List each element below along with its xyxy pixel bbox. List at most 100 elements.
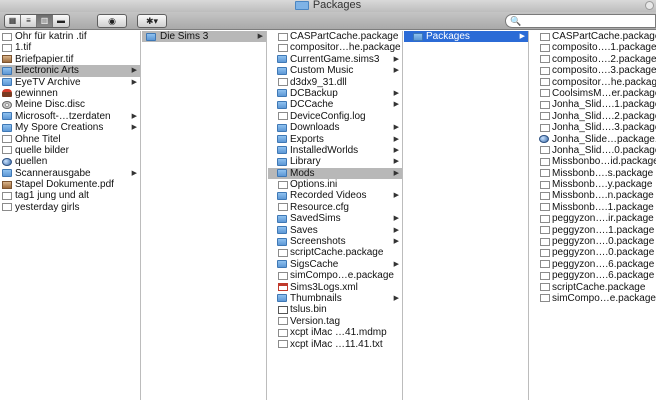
quick-look-button[interactable]: ◉ bbox=[97, 14, 127, 28]
file-row[interactable]: Sims3Logs.xml bbox=[268, 282, 402, 293]
folder-row[interactable]: Exports ▶ bbox=[268, 134, 402, 145]
browser-column-1[interactable]: Ohr für katrin .tif 1.tif Briefpapier.tif E… bbox=[0, 31, 141, 400]
file-row[interactable]: scriptCache.package bbox=[530, 282, 656, 293]
folder-row[interactable]: Saves ▶ bbox=[268, 225, 402, 236]
folder-row[interactable]: Packages ▶ bbox=[404, 31, 528, 43]
row-label: Mods bbox=[290, 167, 315, 179]
folder-row[interactable]: DCBackup ▶ bbox=[268, 88, 402, 99]
file-row[interactable]: tag1 jung und alt bbox=[0, 190, 140, 201]
file-row[interactable]: composito….1.package bbox=[530, 42, 656, 53]
file-row[interactable]: Jonha_Slid….2.package bbox=[530, 111, 656, 122]
folder-icon bbox=[2, 112, 12, 121]
file-row[interactable]: peggyzon….0.package bbox=[530, 247, 656, 258]
folder-row[interactable]: SavedSims ▶ bbox=[268, 213, 402, 224]
coverflow-view-button[interactable]: ▬ bbox=[53, 15, 69, 27]
file-row[interactable]: CoolsimsM…er.package bbox=[530, 88, 656, 99]
file-row[interactable]: peggyzon….6.package bbox=[530, 259, 656, 270]
file-row[interactable]: CASPartCache.package bbox=[530, 31, 656, 42]
folder-row[interactable]: Mods ▶ bbox=[268, 167, 402, 180]
disclosure-arrow-icon: ▶ bbox=[257, 33, 263, 40]
file-row[interactable]: peggyzon….0.package bbox=[530, 236, 656, 247]
file-row[interactable]: Missbonb….n.package bbox=[530, 190, 656, 201]
folder-icon bbox=[277, 123, 287, 132]
disclosure-arrow-icon: ▶ bbox=[393, 169, 399, 177]
action-menu-button[interactable]: ✱▾ bbox=[137, 14, 167, 28]
file-row[interactable]: Resource.cfg bbox=[268, 202, 402, 213]
file-row[interactable]: Version.tag bbox=[268, 316, 402, 327]
document-icon bbox=[2, 32, 12, 41]
browser-column-2[interactable]: Die Sims 3 ▶ bbox=[142, 31, 267, 400]
folder-row[interactable]: Library ▶ bbox=[268, 156, 402, 167]
row-label: Ohr für katrin .tif bbox=[15, 31, 87, 42]
document-icon bbox=[540, 271, 550, 280]
folder-icon bbox=[277, 89, 287, 98]
file-row[interactable]: quelle bilder bbox=[0, 145, 140, 156]
view-mode-segmented-control: ▦ ≡ ▥ ▬ bbox=[4, 14, 70, 28]
browser-column-4[interactable]: Packages ▶ bbox=[404, 31, 529, 400]
folder-row[interactable]: Downloads ▶ bbox=[268, 122, 402, 133]
file-row[interactable]: DeviceConfig.log bbox=[268, 111, 402, 122]
file-row[interactable]: scriptCache.package bbox=[268, 247, 402, 258]
file-row[interactable]: Missbonbo…id.package bbox=[530, 156, 656, 167]
file-row[interactable]: Jonha_Slid….1.package bbox=[530, 99, 656, 110]
file-row[interactable]: Ohne Titel bbox=[0, 134, 140, 145]
row-label: DCCache bbox=[290, 99, 334, 111]
file-row[interactable]: Missbonb….1.package bbox=[530, 202, 656, 213]
folder-row[interactable]: InstalledWorlds ▶ bbox=[268, 145, 402, 156]
file-row[interactable]: compositor…he.package bbox=[530, 77, 656, 88]
disclosure-arrow-icon: ▶ bbox=[131, 124, 137, 132]
file-row[interactable]: Jonha_Slid….3.package bbox=[530, 122, 656, 133]
folder-icon bbox=[277, 294, 287, 303]
file-row[interactable]: peggyzon….6.package bbox=[530, 270, 656, 281]
folder-row[interactable]: EyeTV Archive ▶ bbox=[0, 77, 140, 88]
column-view-button[interactable]: ▥ bbox=[37, 15, 53, 27]
file-row[interactable]: xcpt iMac …11.41.txt bbox=[268, 339, 402, 350]
file-row[interactable]: Stapel Dokumente.pdf bbox=[0, 179, 140, 190]
file-row[interactable]: peggyzon….1.package bbox=[530, 225, 656, 236]
file-row[interactable]: gewinnen bbox=[0, 88, 140, 99]
file-row[interactable]: Jonha_Slid….0.package bbox=[530, 145, 656, 156]
list-view-button[interactable]: ≡ bbox=[21, 15, 37, 27]
folder-row[interactable]: Screenshots ▶ bbox=[268, 236, 402, 247]
file-row[interactable]: CASPartCache.package bbox=[268, 31, 402, 42]
file-row[interactable]: composito….2.package bbox=[530, 54, 656, 65]
folder-row[interactable]: Custom Music ▶ bbox=[268, 65, 402, 76]
toolbar-toggle-button[interactable] bbox=[645, 1, 654, 10]
folder-row[interactable]: Thumbnails ▶ bbox=[268, 293, 402, 304]
file-row[interactable]: 1.tif bbox=[0, 42, 140, 53]
file-row[interactable]: Missbonb….s.package bbox=[530, 168, 656, 179]
folder-row[interactable]: Electronic Arts ▶ bbox=[0, 65, 140, 77]
file-row[interactable]: compositor…he.package bbox=[268, 42, 402, 53]
file-row[interactable]: Meine Disc.disc bbox=[0, 99, 140, 110]
folder-row[interactable]: SigsCache ▶ bbox=[268, 259, 402, 270]
file-row[interactable]: Missbonb….y.package bbox=[530, 179, 656, 190]
file-row[interactable]: Ohr für katrin .tif bbox=[0, 31, 140, 42]
search-field[interactable]: 🔍 bbox=[505, 14, 656, 28]
folder-row[interactable]: CurrentGame.sims3 ▶ bbox=[268, 54, 402, 65]
disclosure-arrow-icon: ▶ bbox=[393, 55, 399, 63]
folder-row[interactable]: DCCache ▶ bbox=[268, 99, 402, 110]
file-row[interactable]: Options.ini bbox=[268, 179, 402, 190]
file-row[interactable]: yesterday girls bbox=[0, 202, 140, 213]
folder-row[interactable]: Die Sims 3 ▶ bbox=[142, 31, 266, 43]
file-row[interactable]: simCompo…e.package bbox=[268, 270, 402, 281]
file-row[interactable]: peggyzon….ir.package bbox=[530, 213, 656, 224]
folder-icon bbox=[277, 237, 287, 246]
file-row[interactable]: quellen bbox=[0, 156, 140, 167]
file-row[interactable]: Briefpapier.tif bbox=[0, 54, 140, 65]
file-row[interactable]: tslus.bin bbox=[268, 304, 402, 315]
row-label: CoolsimsM…er.package bbox=[552, 87, 656, 99]
file-row[interactable]: d3dx9_31.dll bbox=[268, 77, 402, 88]
folder-row[interactable]: Recorded Videos ▶ bbox=[268, 190, 402, 201]
file-row[interactable]: xcpt iMac …41.mdmp bbox=[268, 327, 402, 338]
folder-row[interactable]: My Spore Creations ▶ bbox=[0, 122, 140, 133]
icon-view-button[interactable]: ▦ bbox=[5, 15, 21, 27]
search-icon: 🔍 bbox=[510, 16, 522, 26]
file-row[interactable]: Jonha_Slide…package.7z bbox=[530, 134, 656, 145]
file-row[interactable]: composito….3.package bbox=[530, 65, 656, 76]
folder-row[interactable]: Scannerausgabe ▶ bbox=[0, 168, 140, 179]
browser-column-5[interactable]: CASPartCache.package composito….1.package… bbox=[530, 31, 656, 400]
file-row[interactable]: simCompo…e.package bbox=[530, 293, 656, 304]
folder-row[interactable]: Microsoft-…tzerdaten ▶ bbox=[0, 111, 140, 122]
browser-column-3[interactable]: CASPartCache.package compositor…he.packag… bbox=[268, 31, 403, 400]
